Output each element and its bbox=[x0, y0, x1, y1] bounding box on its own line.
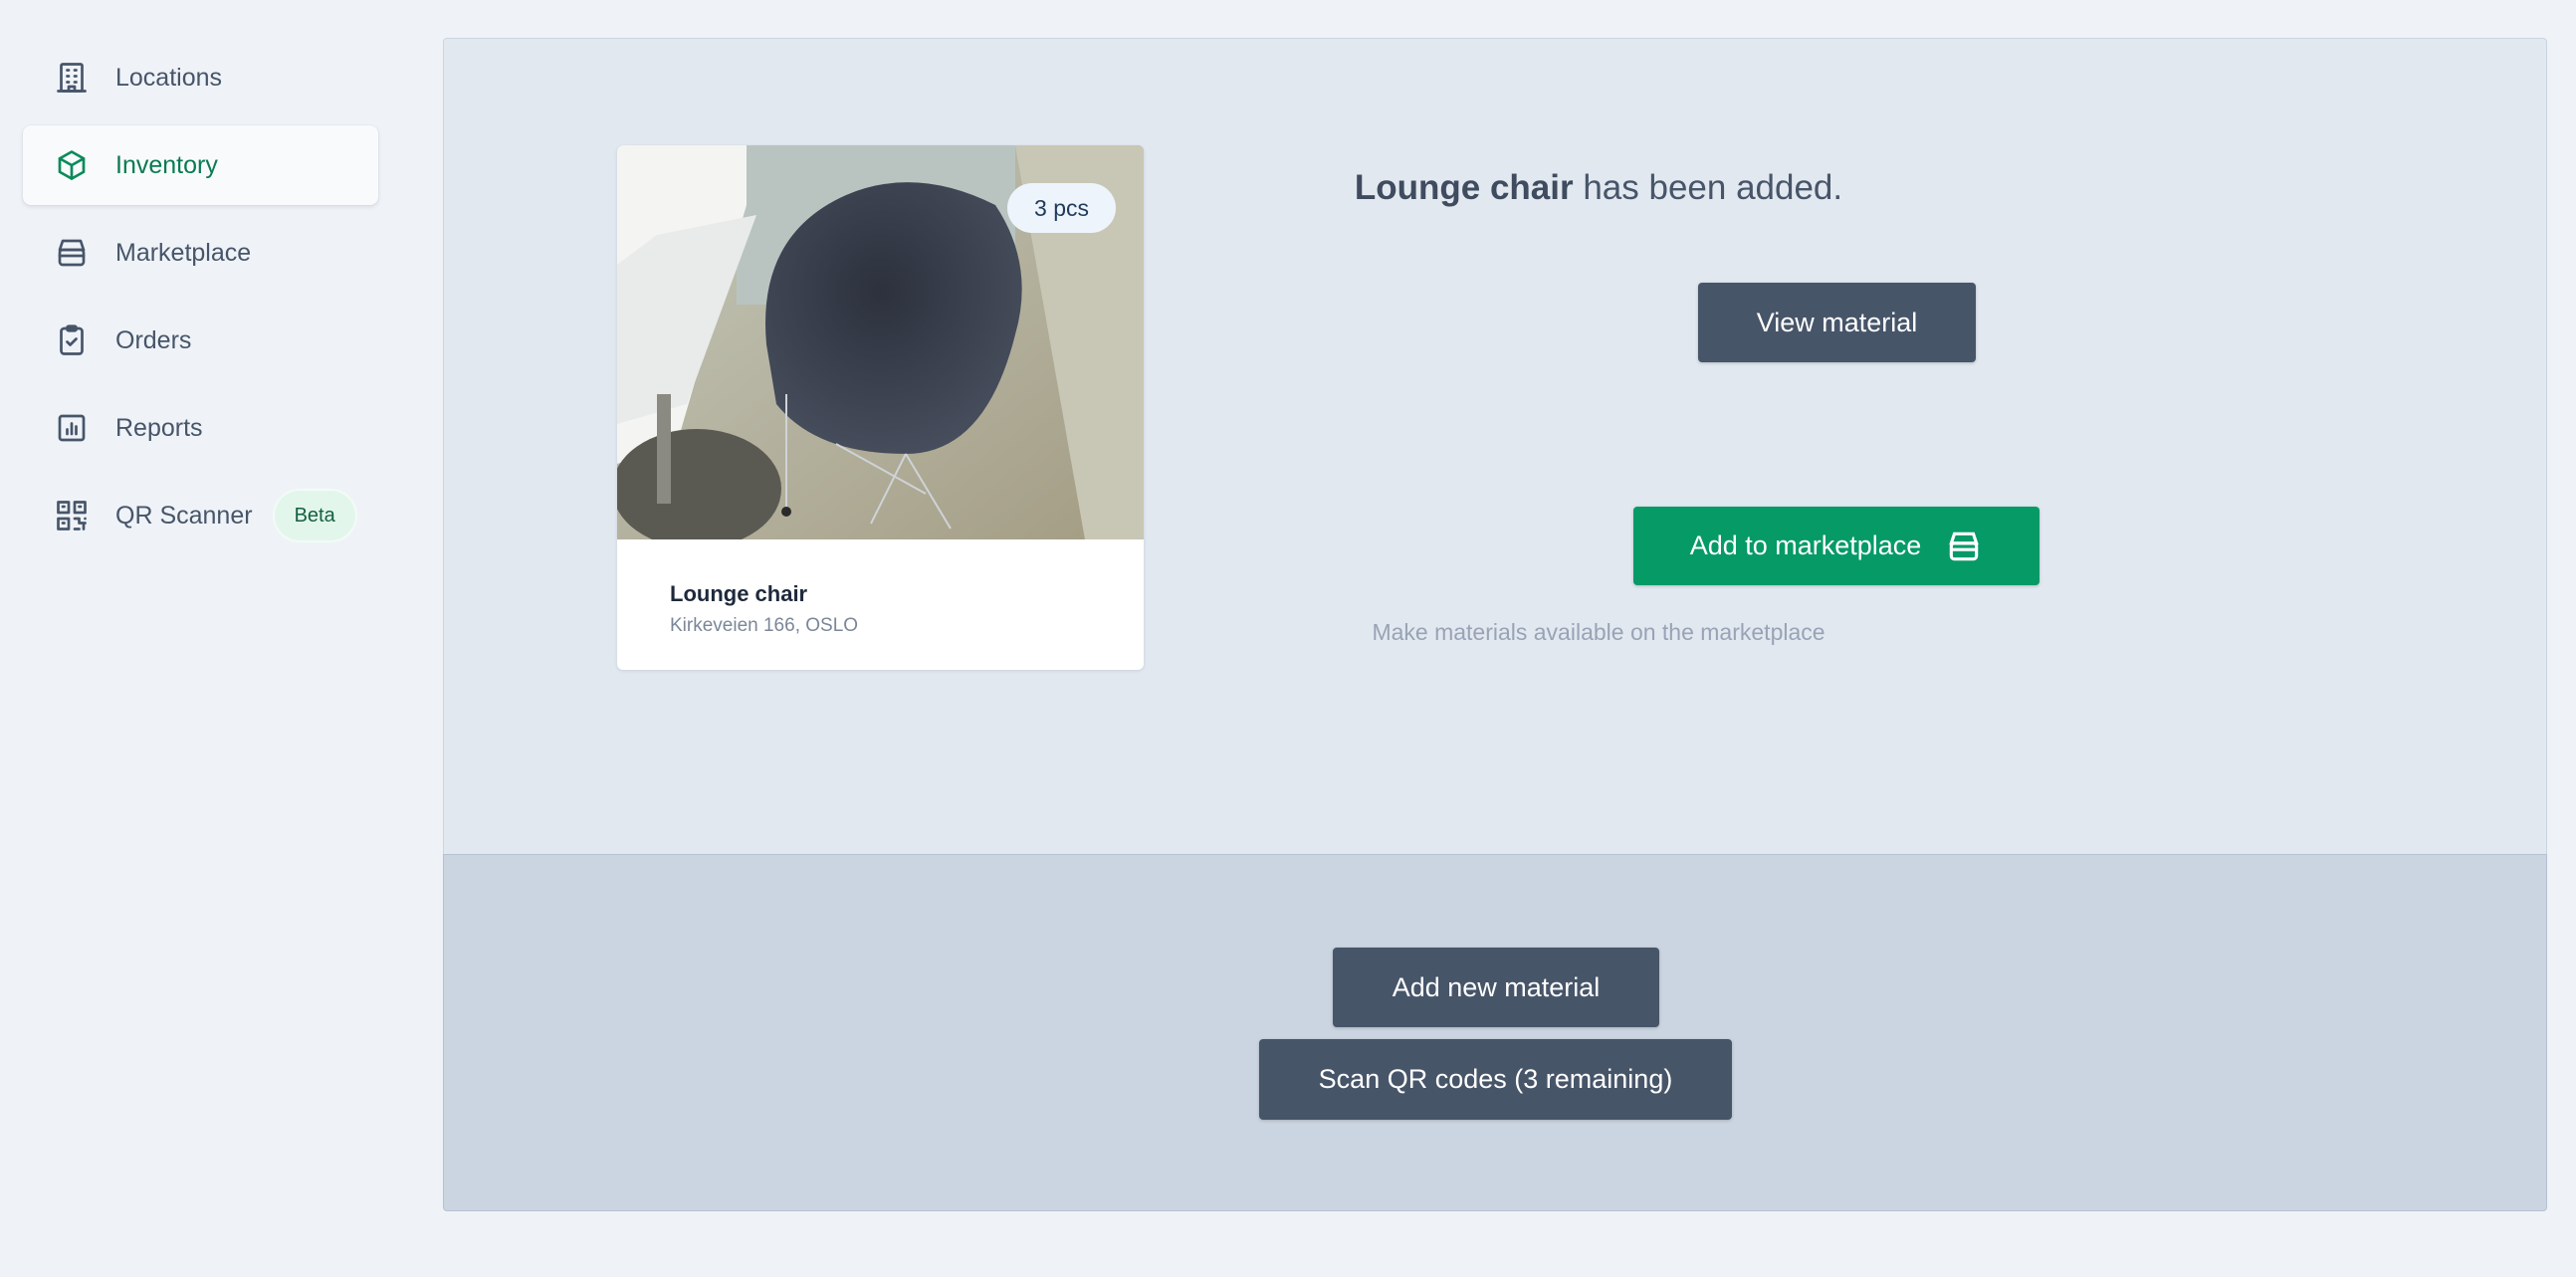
bar-chart-icon bbox=[53, 409, 91, 447]
sidebar-item-reports[interactable]: Reports bbox=[23, 388, 378, 468]
next-actions-panel: Add new material Scan QR codes (3 remain… bbox=[443, 854, 2547, 1211]
sidebar-item-locations[interactable]: Locations bbox=[23, 38, 378, 117]
sidebar-item-inventory[interactable]: Inventory bbox=[23, 125, 378, 205]
storefront-icon bbox=[53, 234, 91, 272]
scan-qr-codes-button[interactable]: Scan QR codes (3 remaining) bbox=[1259, 1039, 1732, 1120]
confirmation-panel: 3 pcs Lounge chair Kirkeveien 166, OSLO … bbox=[443, 38, 2547, 854]
sidebar-item-label: Marketplace bbox=[115, 238, 252, 267]
building-icon bbox=[53, 59, 91, 97]
qr-code-icon bbox=[53, 497, 91, 534]
material-photo: 3 pcs bbox=[617, 145, 1144, 539]
material-location: Kirkeveien 166, OSLO bbox=[670, 615, 859, 636]
sidebar-item-label: QR Scanner bbox=[115, 501, 253, 530]
cube-icon bbox=[53, 146, 91, 184]
added-message: Lounge chair has been added. bbox=[1101, 168, 2096, 208]
added-message-text: has been added. bbox=[1573, 168, 1843, 207]
sidebar-item-label: Locations bbox=[115, 63, 223, 92]
sidebar-item-label: Reports bbox=[115, 413, 203, 442]
add-to-marketplace-button[interactable]: Add to marketplace bbox=[1633, 507, 2039, 585]
sidebar: Locations Inventory Marketplace Orders R… bbox=[23, 38, 378, 563]
quantity-badge: 3 pcs bbox=[1007, 183, 1116, 233]
sidebar-item-label: Orders bbox=[115, 325, 192, 354]
added-item-name: Lounge chair bbox=[1354, 168, 1574, 207]
sidebar-item-label: Inventory bbox=[115, 150, 218, 179]
sidebar-item-marketplace[interactable]: Marketplace bbox=[23, 213, 378, 293]
sidebar-item-qr-scanner[interactable]: QR Scanner Beta bbox=[23, 476, 378, 555]
material-card[interactable]: 3 pcs Lounge chair Kirkeveien 166, OSLO bbox=[617, 145, 1144, 670]
add-to-marketplace-label: Add to marketplace bbox=[1689, 531, 1922, 560]
material-title: Lounge chair bbox=[670, 581, 808, 606]
storefront-icon bbox=[1949, 532, 1980, 560]
sidebar-item-orders[interactable]: Orders bbox=[23, 301, 378, 380]
view-material-button[interactable]: View material bbox=[1698, 283, 1976, 362]
marketplace-hint: Make materials available on the marketpl… bbox=[1372, 619, 1825, 645]
add-new-material-button[interactable]: Add new material bbox=[1333, 948, 1659, 1027]
beta-badge: Beta bbox=[274, 491, 355, 540]
clipboard-check-icon bbox=[53, 321, 91, 359]
